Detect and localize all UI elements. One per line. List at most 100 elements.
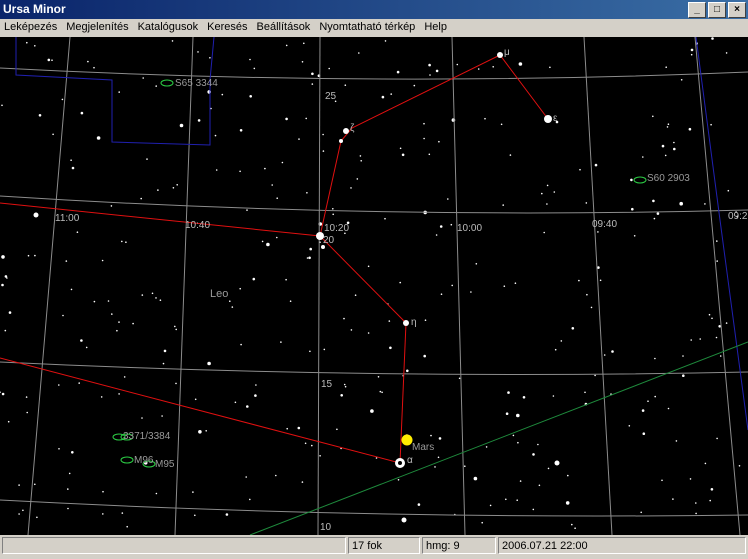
status-datetime: 2006.07.21 22:00 (498, 537, 746, 554)
object-label: S65 3344 (175, 78, 218, 89)
star (585, 202, 588, 204)
star (71, 451, 74, 454)
star (239, 170, 241, 173)
star (516, 499, 518, 502)
star (516, 413, 520, 418)
star (78, 382, 80, 384)
star (435, 69, 439, 73)
star (239, 129, 243, 132)
star (641, 409, 645, 412)
mars-planet[interactable] (401, 434, 413, 446)
star (246, 209, 248, 211)
star (47, 58, 51, 62)
close-button[interactable]: × (728, 2, 746, 18)
object-label: M96 (134, 455, 154, 466)
star (401, 153, 405, 157)
star (640, 511, 642, 514)
star (1, 283, 4, 287)
star (207, 361, 211, 366)
planet-label: Mars (412, 442, 434, 453)
star (512, 434, 515, 437)
minimize-button[interactable]: _ (688, 2, 706, 18)
maximize-button[interactable]: □ (708, 2, 726, 18)
star (656, 212, 660, 215)
star-epsilon[interactable] (544, 115, 552, 123)
galaxy-s65-3344[interactable] (160, 79, 174, 87)
star (176, 184, 178, 186)
star (285, 117, 288, 121)
star (301, 481, 304, 483)
star (328, 67, 331, 70)
star-zeta-b[interactable] (339, 139, 343, 143)
star-bright[interactable] (33, 212, 39, 218)
star (428, 153, 431, 156)
star (192, 491, 194, 493)
star-bright[interactable] (401, 517, 407, 523)
star (301, 61, 304, 63)
star (554, 348, 557, 351)
star-alpha-core (398, 461, 402, 465)
galaxy-m96[interactable] (120, 456, 134, 464)
star (221, 93, 224, 96)
star-zeta[interactable] (343, 128, 349, 134)
menu-katalogusok[interactable]: Katalógusok (134, 19, 203, 37)
menu-kereses[interactable]: Keresés (203, 19, 251, 37)
star (126, 525, 128, 528)
star (673, 141, 675, 144)
menu-megjelenites[interactable]: Megjelenítés (62, 19, 132, 37)
star (322, 133, 324, 136)
star (249, 95, 252, 98)
star (390, 93, 393, 95)
sky-map[interactable]: 11:00 10:40 10:20 10:00 09:40 09:2 25 20… (0, 36, 748, 536)
star (298, 138, 300, 140)
star (102, 513, 104, 515)
star (586, 293, 588, 296)
star (438, 140, 440, 143)
star (1, 392, 5, 396)
star (667, 407, 670, 410)
star (440, 293, 443, 296)
ra-label: 09:40 (592, 219, 617, 230)
object-label: M95 (155, 459, 175, 470)
menu-nyomtathato-terkep[interactable]: Nyomtatható térkép (315, 19, 419, 37)
galaxy-s60-2903[interactable] (633, 176, 647, 184)
star (245, 476, 247, 478)
constellation-boundary (15, 36, 748, 431)
constellation-figure (0, 54, 549, 464)
menu-beallitasok[interactable]: Beállítások (253, 19, 315, 37)
star (690, 53, 693, 56)
star-bright[interactable] (554, 460, 560, 466)
star (146, 158, 148, 160)
star (85, 346, 88, 349)
star (7, 420, 10, 423)
star (65, 260, 68, 262)
star (344, 385, 347, 388)
dec-label: 20 (323, 235, 335, 246)
star-eta[interactable] (403, 320, 409, 326)
star (151, 292, 154, 295)
status-cell-empty (2, 537, 346, 554)
star (275, 474, 277, 477)
menu-help[interactable]: Help (420, 19, 451, 37)
star (435, 234, 438, 236)
star (276, 197, 279, 199)
star (565, 501, 570, 505)
star (517, 441, 519, 444)
star (708, 313, 711, 316)
sky-chart[interactable]: 11:00 10:40 10:20 10:00 09:40 09:2 25 20… (0, 36, 748, 536)
dec-labels: 25 20 15 10 (320, 91, 337, 533)
star (322, 150, 325, 152)
star (80, 339, 83, 342)
star (695, 502, 697, 504)
star (51, 59, 53, 61)
star (682, 374, 685, 378)
star (399, 147, 402, 150)
star (305, 117, 308, 120)
menu-lekepezes[interactable]: Leképezés (0, 19, 61, 37)
star (198, 430, 202, 434)
star-mu[interactable] (497, 52, 503, 58)
star (695, 512, 697, 515)
star (358, 52, 360, 54)
star (628, 425, 631, 427)
star (532, 508, 535, 511)
